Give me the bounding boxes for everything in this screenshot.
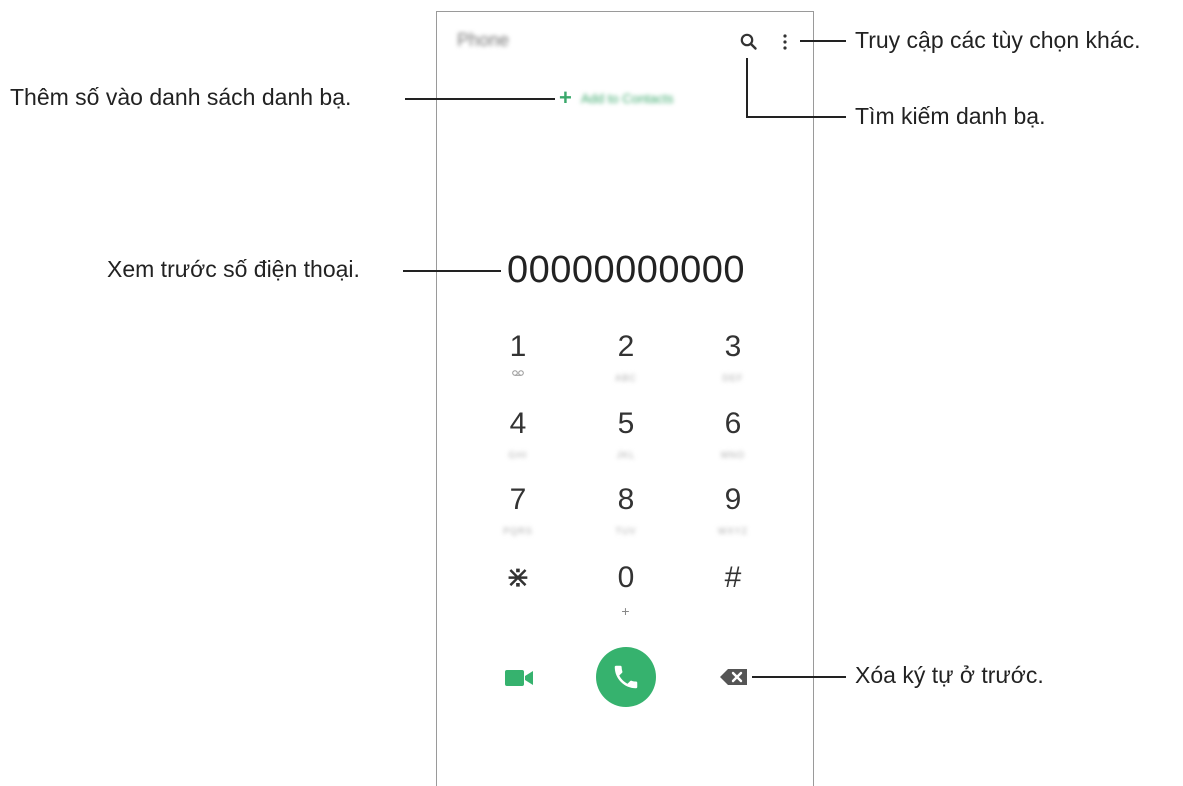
key-0[interactable]: 0 +: [576, 558, 676, 618]
key-letters: TUV: [615, 526, 637, 536]
key-3[interactable]: 3 DEF: [683, 327, 783, 385]
key-5[interactable]: 5 JKL: [576, 404, 676, 462]
key-2[interactable]: 2 ABC: [576, 327, 676, 385]
key-letters: WXYZ: [718, 526, 748, 536]
key-digit: 9: [724, 483, 742, 516]
key-star[interactable]: ⋇: [468, 558, 568, 598]
key-letters: DEF: [722, 373, 744, 383]
callout-more-options: Truy cập các tùy chọn khác.: [855, 27, 1141, 53]
key-letters: +: [621, 603, 631, 619]
key-digit: 5: [617, 407, 635, 440]
callout-add-contacts: Thêm số vào danh sách danh bạ.: [10, 84, 352, 110]
app-title: Phone: [457, 30, 510, 50]
phone-icon: [614, 665, 638, 689]
key-letters: PQRS: [503, 526, 533, 536]
callout-line-search: [746, 116, 846, 118]
key-digit: 1: [509, 330, 527, 363]
key-digit: 0: [617, 561, 635, 594]
key-digit: ⋇: [505, 561, 531, 594]
key-digit: 8: [617, 483, 635, 516]
key-letters: JKL: [616, 450, 636, 460]
key-9[interactable]: 9 WXYZ: [683, 480, 783, 538]
plus-icon: +: [559, 85, 572, 110]
key-6[interactable]: 6 MNO: [683, 404, 783, 462]
callout-vline-search: [746, 58, 748, 117]
more-options-icon[interactable]: [781, 32, 789, 52]
key-8[interactable]: 8 TUV: [576, 480, 676, 538]
callout-line-preview: [403, 270, 501, 272]
key-hash[interactable]: #: [683, 558, 783, 598]
callout-line-add-contacts: [405, 98, 555, 100]
call-button[interactable]: [596, 647, 656, 707]
add-to-contacts-label: Add to Contacts: [581, 90, 674, 106]
key-1[interactable]: 1: [468, 327, 568, 377]
key-4[interactable]: 4 GHI: [468, 404, 568, 462]
key-letters: ABC: [615, 373, 637, 383]
key-digit: 7: [509, 483, 527, 516]
key-letters: MNO: [721, 450, 745, 460]
voicemail-icon: [512, 370, 524, 376]
key-letters: GHI: [508, 450, 528, 460]
search-icon[interactable]: [739, 32, 759, 52]
key-digit: 3: [724, 330, 742, 363]
callout-preview-number: Xem trước số điện thoại.: [107, 256, 360, 282]
key-7[interactable]: 7 PQRS: [468, 480, 568, 538]
key-digit: 4: [509, 407, 527, 440]
key-digit: #: [724, 561, 742, 594]
video-call-icon[interactable]: [503, 666, 535, 690]
phone-screen: Phone + Add to Contacts 00000000000 1 2 …: [436, 11, 814, 786]
callout-line-more-options: [800, 40, 846, 42]
callout-search-contacts: Tìm kiếm danh bạ.: [855, 103, 1046, 129]
key-digit: 6: [724, 407, 742, 440]
backspace-icon[interactable]: [719, 667, 749, 687]
callout-line-delete: [752, 676, 846, 678]
key-digit: 2: [617, 330, 635, 363]
callout-delete-char: Xóa ký tự ở trước.: [855, 662, 1044, 688]
add-to-contacts-button[interactable]: + Add to Contacts: [559, 85, 674, 110]
